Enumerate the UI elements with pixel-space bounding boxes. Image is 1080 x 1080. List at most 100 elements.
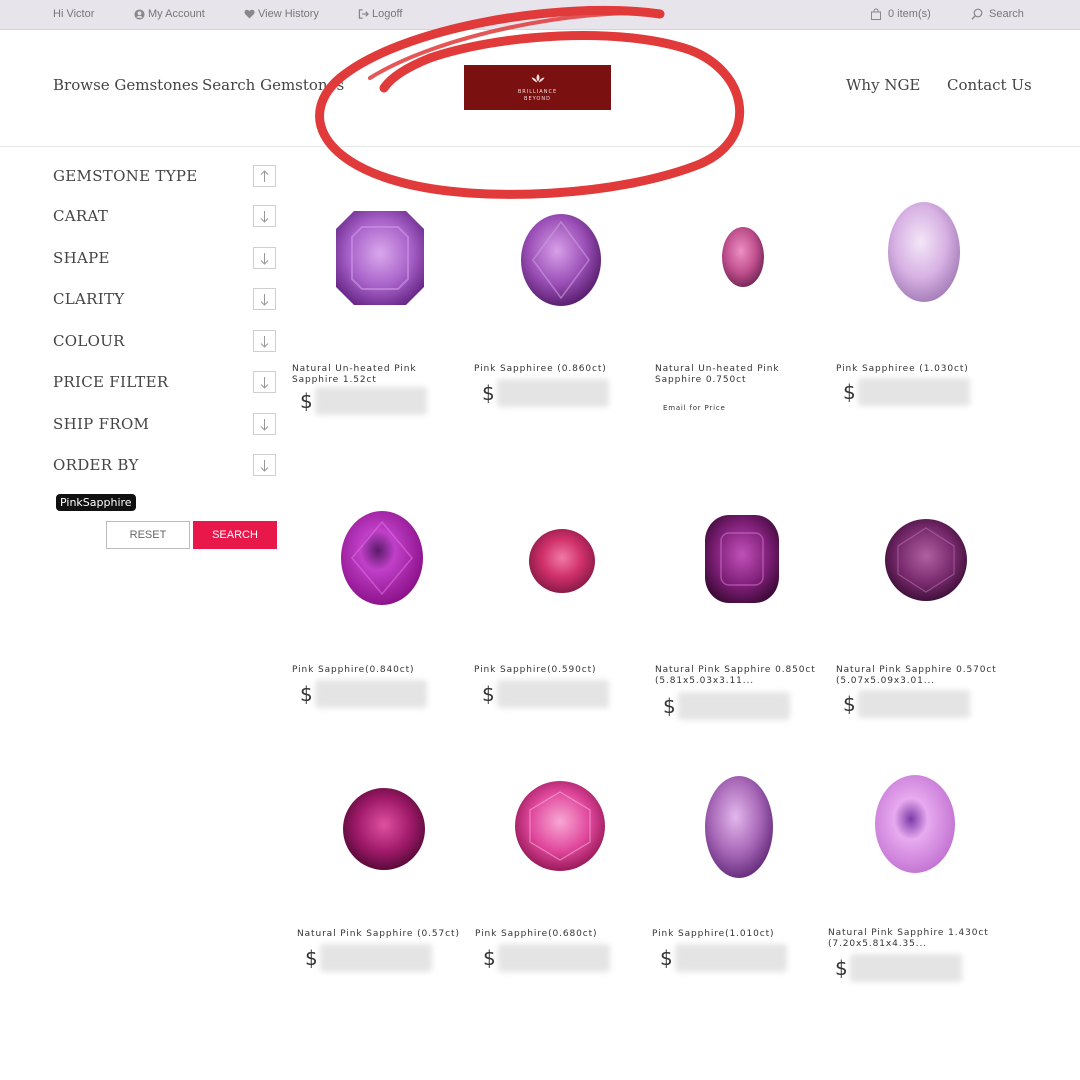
filter-carat[interactable]: CARAT bbox=[53, 205, 277, 229]
product-price: $ bbox=[482, 680, 609, 708]
product-price: $ bbox=[305, 944, 432, 972]
gemstone-image[interactable] bbox=[874, 774, 956, 874]
product-price: $ bbox=[843, 378, 970, 406]
product-price: $ bbox=[300, 387, 427, 415]
product-name[interactable]: Natural Pink Sapphire (0.57ct) bbox=[297, 929, 467, 940]
product-name[interactable]: Pink Sapphire(0.840ct) bbox=[292, 665, 462, 676]
gemstone-image[interactable] bbox=[519, 212, 603, 308]
price-blurred bbox=[497, 944, 610, 972]
nav-contact-us[interactable]: Contact Us bbox=[947, 76, 1032, 94]
gemstone-image[interactable] bbox=[340, 510, 424, 606]
expand-button[interactable] bbox=[253, 413, 276, 435]
logo[interactable]: BRILLIANCE BEYOND bbox=[464, 65, 611, 110]
top-utility-bar: Hi Victor My Account View History Logoff… bbox=[0, 0, 1080, 30]
product-name[interactable]: Natural Pink Sapphire 1.430ct (7.20x5.81… bbox=[828, 928, 998, 950]
product-price: $ bbox=[660, 944, 787, 972]
filter-label: SHAPE bbox=[53, 249, 110, 267]
gemstone-image[interactable] bbox=[721, 226, 765, 288]
product-name[interactable]: Pink Sapphire(0.590ct) bbox=[474, 665, 644, 676]
arrow-up-icon bbox=[260, 169, 269, 182]
expand-button[interactable] bbox=[253, 288, 276, 310]
currency-symbol: $ bbox=[663, 694, 676, 718]
arrow-down-icon bbox=[260, 210, 269, 223]
email-for-price[interactable]: Email for Price bbox=[663, 404, 726, 412]
filter-label: ORDER BY bbox=[53, 456, 139, 474]
arrow-down-icon bbox=[260, 335, 269, 348]
nav-divider bbox=[0, 146, 1080, 147]
filter-gemstone-type[interactable]: GEMSTONE TYPE bbox=[53, 165, 277, 189]
gemstone-image[interactable] bbox=[330, 205, 430, 311]
my-account-label: My Account bbox=[148, 8, 205, 20]
active-filter-tag[interactable]: PinkSapphire bbox=[56, 494, 136, 511]
price-blurred bbox=[496, 680, 609, 708]
cart-link[interactable]: 0 item(s) bbox=[870, 8, 931, 20]
expand-button[interactable] bbox=[253, 371, 276, 393]
my-account-link[interactable]: My Account bbox=[134, 8, 205, 20]
price-blurred bbox=[314, 680, 427, 708]
nav-why-nge[interactable]: Why NGE bbox=[846, 76, 920, 94]
arrow-down-icon bbox=[260, 252, 269, 265]
price-blurred bbox=[849, 954, 962, 982]
product-price: $ bbox=[835, 954, 962, 982]
gemstone-image[interactable] bbox=[704, 775, 774, 879]
user-icon bbox=[134, 8, 145, 20]
filter-clarity[interactable]: CLARITY bbox=[53, 288, 277, 312]
filter-ship-from[interactable]: SHIP FROM bbox=[53, 413, 277, 437]
filter-label: PRICE FILTER bbox=[53, 373, 169, 391]
product-price: $ bbox=[482, 379, 609, 407]
gemstone-image[interactable] bbox=[703, 513, 781, 605]
currency-symbol: $ bbox=[483, 946, 496, 970]
currency-symbol: $ bbox=[835, 956, 848, 980]
filter-price[interactable]: PRICE FILTER bbox=[53, 371, 277, 395]
view-history-link[interactable]: View History bbox=[244, 8, 319, 20]
product-price: $ bbox=[663, 692, 790, 720]
product-price: $ bbox=[300, 680, 427, 708]
nav-browse-gemstones[interactable]: Browse Gemstones bbox=[53, 76, 198, 94]
filter-order-by[interactable]: ORDER BY bbox=[53, 454, 277, 478]
price-blurred bbox=[319, 944, 432, 972]
currency-symbol: $ bbox=[300, 389, 313, 413]
price-blurred bbox=[857, 378, 970, 406]
filter-colour[interactable]: COLOUR bbox=[53, 330, 277, 354]
search-button[interactable]: SEARCH bbox=[193, 521, 277, 549]
expand-button[interactable] bbox=[253, 454, 276, 476]
price-blurred bbox=[496, 379, 609, 407]
expand-button[interactable] bbox=[253, 330, 276, 352]
product-price: $ bbox=[483, 944, 610, 972]
currency-symbol: $ bbox=[843, 692, 856, 716]
gemstone-image[interactable] bbox=[884, 518, 968, 602]
view-history-label: View History bbox=[258, 8, 319, 20]
arrow-down-icon bbox=[260, 459, 269, 472]
product-name[interactable]: Pink Sapphire(1.010ct) bbox=[652, 929, 822, 940]
product-name[interactable]: Natural Un-heated Pink Sapphire 0.750ct bbox=[655, 364, 825, 386]
leaf-logo-icon bbox=[531, 73, 544, 82]
cart-count: 0 item(s) bbox=[888, 8, 931, 20]
expand-button[interactable] bbox=[253, 205, 276, 227]
product-name[interactable]: Pink Sapphire(0.680ct) bbox=[475, 929, 645, 940]
product-name[interactable]: Natural Pink Sapphire 0.850ct (5.81x5.03… bbox=[655, 665, 825, 687]
currency-symbol: $ bbox=[482, 682, 495, 706]
logout-icon bbox=[358, 9, 369, 19]
product-name[interactable]: Natural Un-heated Pink Sapphire 1.52ct bbox=[292, 364, 462, 386]
product-name[interactable]: Pink Sapphiree (0.860ct) bbox=[474, 364, 644, 375]
price-blurred bbox=[314, 387, 427, 415]
nav-search-gemstones[interactable]: Search Gemstones bbox=[202, 76, 344, 94]
gemstone-image[interactable] bbox=[886, 200, 962, 304]
price-blurred bbox=[674, 944, 787, 972]
gemstone-image[interactable] bbox=[528, 528, 596, 594]
reset-button[interactable]: RESET bbox=[106, 521, 190, 549]
top-search-link[interactable]: Search bbox=[971, 8, 1024, 20]
gemstone-image[interactable] bbox=[514, 780, 606, 872]
currency-symbol: $ bbox=[300, 682, 313, 706]
filter-shape[interactable]: SHAPE bbox=[53, 247, 277, 271]
filter-label: SHIP FROM bbox=[53, 415, 150, 433]
product-name[interactable]: Natural Pink Sapphire 0.570ct (5.07x5.09… bbox=[836, 665, 1006, 687]
product-name[interactable]: Pink Sapphiree (1.030ct) bbox=[836, 364, 1006, 375]
greeting: Hi Victor bbox=[53, 8, 95, 20]
expand-button[interactable] bbox=[253, 247, 276, 269]
currency-symbol: $ bbox=[482, 381, 495, 405]
collapse-button[interactable] bbox=[253, 165, 276, 187]
arrow-down-icon bbox=[260, 293, 269, 306]
logoff-link[interactable]: Logoff bbox=[358, 8, 402, 20]
gemstone-image[interactable] bbox=[342, 787, 426, 871]
